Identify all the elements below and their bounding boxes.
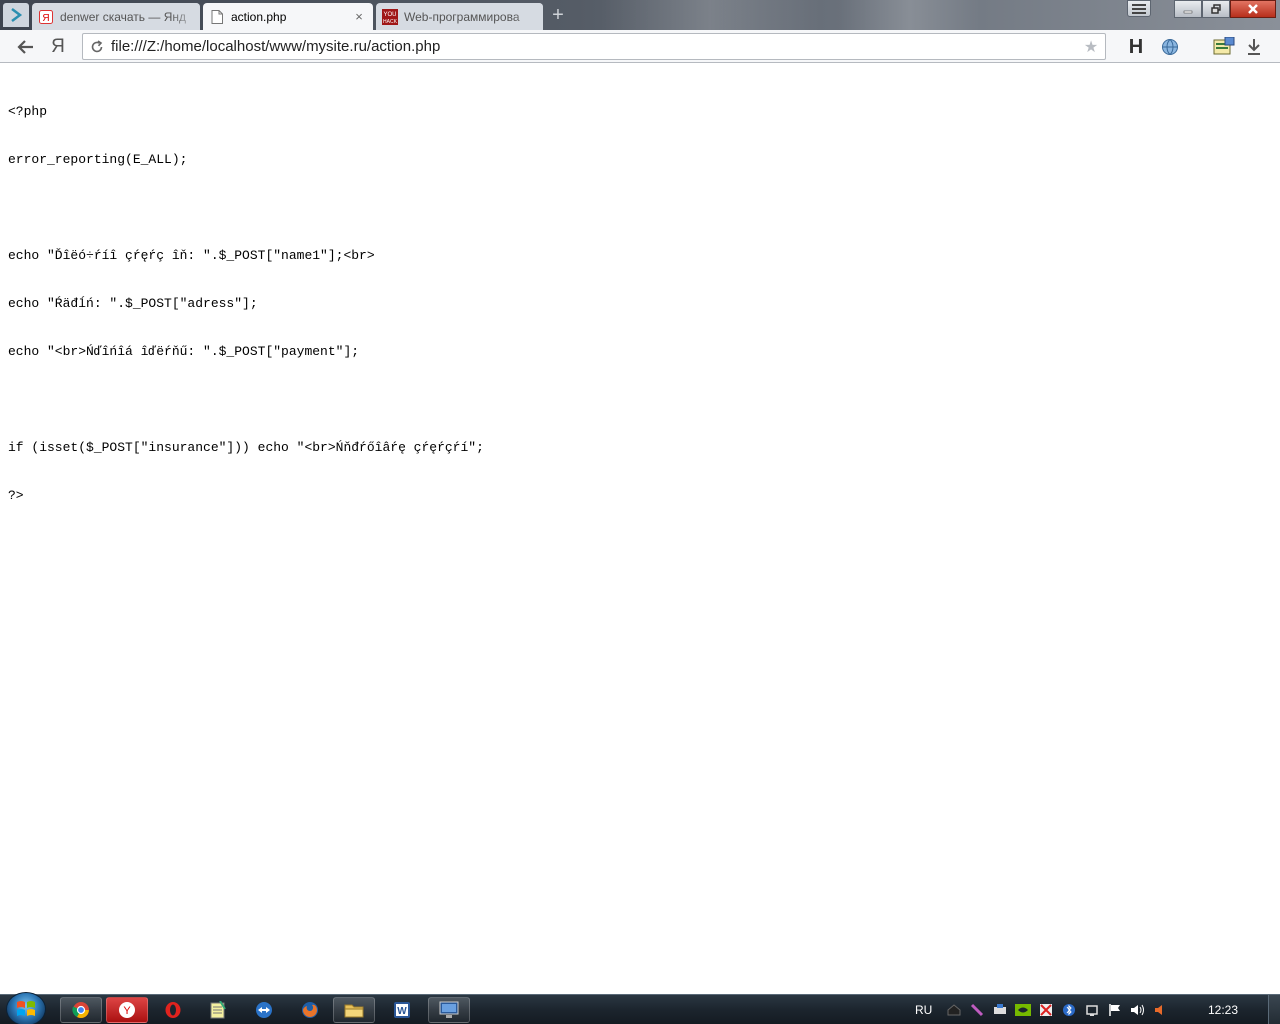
file-icon bbox=[209, 9, 225, 25]
code-line: echo "Ďîëó÷ŕíî çŕęŕç îň: ".$_POST["name1… bbox=[8, 248, 375, 263]
tab-label: action.php bbox=[231, 9, 287, 24]
yandex-icon: Я bbox=[38, 9, 54, 25]
download-icon bbox=[1248, 39, 1260, 55]
yandex-button[interactable]: Я bbox=[46, 35, 70, 59]
show-desktop-button[interactable] bbox=[1268, 995, 1280, 1024]
address-bar[interactable]: file:///Z:/home/localhost/www/mysite.ru/… bbox=[82, 33, 1106, 60]
code-line: echo "Ŕäđĺń: ".$_POST["adress"]; bbox=[8, 296, 258, 311]
url-text[interactable]: file:///Z:/home/localhost/www/mysite.ru/… bbox=[111, 38, 1077, 55]
close-icon bbox=[1248, 4, 1258, 14]
taskbar-explorer[interactable] bbox=[333, 997, 375, 1023]
hm-extension-icon: H bbox=[1128, 35, 1144, 58]
remote-desktop-icon bbox=[439, 1001, 459, 1018]
close-window-button[interactable] bbox=[1230, 0, 1276, 18]
svg-text:Y: Y bbox=[123, 1005, 131, 1017]
minimize-button[interactable] bbox=[1174, 0, 1202, 18]
tab-denwer-download[interactable]: Я denwer скачать — Янд bbox=[32, 3, 200, 30]
globe-icon bbox=[1162, 39, 1178, 55]
taskbar-firefox[interactable] bbox=[289, 997, 331, 1023]
volume-icon[interactable] bbox=[1130, 1002, 1146, 1018]
word-icon: W bbox=[394, 1002, 410, 1018]
svg-text:YOU: YOU bbox=[383, 12, 396, 18]
explorer-folder-icon bbox=[344, 1004, 364, 1018]
svg-text:Я: Я bbox=[42, 13, 49, 24]
flag-icon[interactable] bbox=[1107, 1002, 1123, 1018]
device-icon[interactable] bbox=[1084, 1002, 1100, 1018]
bluetooth-icon[interactable] bbox=[1061, 1002, 1077, 1018]
printer-icon[interactable] bbox=[992, 1002, 1008, 1018]
taskbar-remote-desktop[interactable] bbox=[428, 997, 470, 1023]
restore-icon bbox=[1211, 4, 1221, 14]
back-arrow-icon bbox=[17, 40, 33, 54]
taskbar-teamviewer[interactable] bbox=[243, 997, 285, 1023]
close-icon[interactable]: × bbox=[351, 9, 367, 24]
taskbar-chrome[interactable] bbox=[60, 997, 102, 1023]
svg-text:W: W bbox=[397, 1006, 407, 1017]
translate-icon bbox=[1213, 37, 1235, 55]
yandex-browser-icon: Y bbox=[119, 1002, 135, 1018]
language-indicator[interactable]: RU bbox=[915, 1003, 932, 1017]
system-tray: RU bbox=[915, 995, 1176, 1024]
taskbar-notepad[interactable] bbox=[197, 997, 239, 1023]
globe-extension-button[interactable] bbox=[1158, 35, 1182, 59]
tab-web-programming[interactable]: YOU HACK Web-программирова bbox=[376, 3, 543, 30]
php-source-text: <?php error_reporting(E_ALL); echo "Ďîëó… bbox=[8, 72, 484, 536]
teamviewer-icon bbox=[256, 1002, 272, 1018]
notepad-icon bbox=[210, 1001, 226, 1019]
tab-fade bbox=[170, 3, 200, 30]
youhack-icon: YOU HACK bbox=[382, 8, 398, 25]
star-icon[interactable]: ★ bbox=[1077, 37, 1105, 57]
window-controls bbox=[1174, 0, 1276, 18]
code-line: echo "<br>Ńďîńîá îďëŕňű: ".$_POST["payme… bbox=[8, 344, 360, 359]
network-icon[interactable] bbox=[946, 1002, 962, 1018]
windows-logo-icon bbox=[17, 1001, 35, 1016]
reload-icon[interactable] bbox=[83, 39, 111, 54]
minimize-icon bbox=[1183, 10, 1193, 14]
firefox-icon bbox=[302, 1002, 318, 1018]
start-button[interactable] bbox=[6, 992, 46, 1024]
titlebar-glass-streak bbox=[600, 0, 820, 30]
restore-button[interactable] bbox=[1202, 0, 1230, 18]
code-line: error_reporting(E_ALL); bbox=[8, 152, 188, 167]
chrome-icon bbox=[72, 1002, 89, 1019]
new-tab-button[interactable]: + bbox=[548, 5, 568, 25]
nvidia-icon[interactable] bbox=[1015, 1002, 1032, 1018]
windows-taskbar: Y W RU 12:23 bbox=[0, 992, 1280, 1024]
page-viewport: <?php error_reporting(E_ALL); echo "Ďîëó… bbox=[0, 64, 1280, 994]
taskbar-clock[interactable]: 12:23 bbox=[1208, 1003, 1238, 1017]
security-icon[interactable] bbox=[1038, 1002, 1054, 1018]
taskbar-yandex-browser[interactable]: Y bbox=[106, 997, 148, 1023]
speaker-muted-icon[interactable] bbox=[1153, 1002, 1169, 1018]
menu-icon bbox=[1132, 3, 1146, 14]
yandex-icon: Я bbox=[51, 36, 65, 57]
code-line: if (isset($_POST["insurance"])) echo "<b… bbox=[8, 440, 484, 455]
pen-icon[interactable] bbox=[969, 1002, 985, 1018]
tab-action-php[interactable]: action.php × bbox=[203, 3, 373, 30]
hm-extension-button[interactable]: H bbox=[1124, 35, 1148, 59]
chrome-menu-button[interactable] bbox=[1127, 0, 1151, 17]
translate-extension-button[interactable] bbox=[1212, 35, 1236, 59]
code-line: <?php bbox=[8, 104, 48, 119]
taskbar-opera[interactable] bbox=[152, 997, 194, 1023]
app-launcher-arrow-icon[interactable] bbox=[3, 3, 29, 27]
tab-fade bbox=[513, 3, 543, 30]
back-button[interactable] bbox=[13, 35, 37, 59]
downloads-button[interactable] bbox=[1242, 35, 1266, 59]
opera-icon bbox=[165, 1002, 181, 1018]
browser-titlebar: Я denwer скачать — Янд action.php × YOU H… bbox=[0, 0, 1280, 30]
titlebar-glass-streak bbox=[840, 0, 980, 30]
taskbar-word[interactable]: W bbox=[381, 997, 423, 1023]
code-line: ?> bbox=[8, 488, 24, 503]
svg-text:HACK: HACK bbox=[383, 19, 398, 25]
browser-toolbar: Я file:///Z:/home/localhost/www/mysite.r… bbox=[0, 30, 1280, 63]
